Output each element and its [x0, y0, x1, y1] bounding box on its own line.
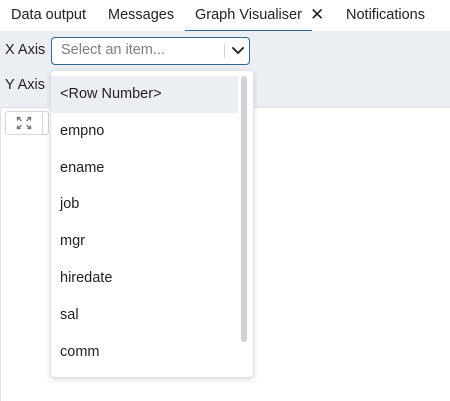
tab-graph-visualiser[interactable]: Graph Visualiser [185, 0, 312, 32]
x-axis-select-placeholder: Select an item... [61, 42, 165, 58]
dropdown-option-empno[interactable]: empno [51, 113, 238, 150]
close-icon[interactable]: ✕ [310, 0, 324, 30]
dropdown-scrollbar[interactable] [239, 76, 249, 372]
expand-icon [16, 116, 32, 130]
dropdown-scrollbar-thumb[interactable] [241, 76, 247, 342]
tab-messages[interactable]: Messages [108, 0, 174, 30]
tab-data-output[interactable]: Data output [11, 0, 86, 30]
dropdown-option-sal[interactable]: sal [51, 297, 238, 334]
chevron-down-icon[interactable] [230, 44, 246, 58]
dropdown-option-mgr[interactable]: mgr [51, 223, 238, 260]
x-axis-select[interactable]: Select an item... [51, 37, 250, 65]
graph-toolbar [5, 111, 49, 135]
tab-bar: Data output Messages Graph Visualiser ✕ … [0, 0, 450, 32]
tab-notifications[interactable]: Notifications [346, 0, 425, 30]
dropdown-option-job[interactable]: job [51, 186, 238, 223]
x-axis-label: X Axis [5, 42, 46, 58]
dropdown-option-comm[interactable]: comm [51, 334, 238, 371]
x-axis-dropdown-menu: <Row Number> empno ename job mgr hiredat… [50, 70, 254, 378]
dropdown-list: <Row Number> empno ename job mgr hiredat… [51, 76, 238, 370]
dropdown-option-hiredate[interactable]: hiredate [51, 260, 238, 297]
select-separator [224, 44, 225, 58]
y-axis-label: Y Axis [5, 77, 46, 93]
expand-button[interactable] [6, 112, 43, 134]
dropdown-option-ename[interactable]: ename [51, 150, 238, 187]
dropdown-option-row-number[interactable]: <Row Number> [51, 76, 238, 113]
